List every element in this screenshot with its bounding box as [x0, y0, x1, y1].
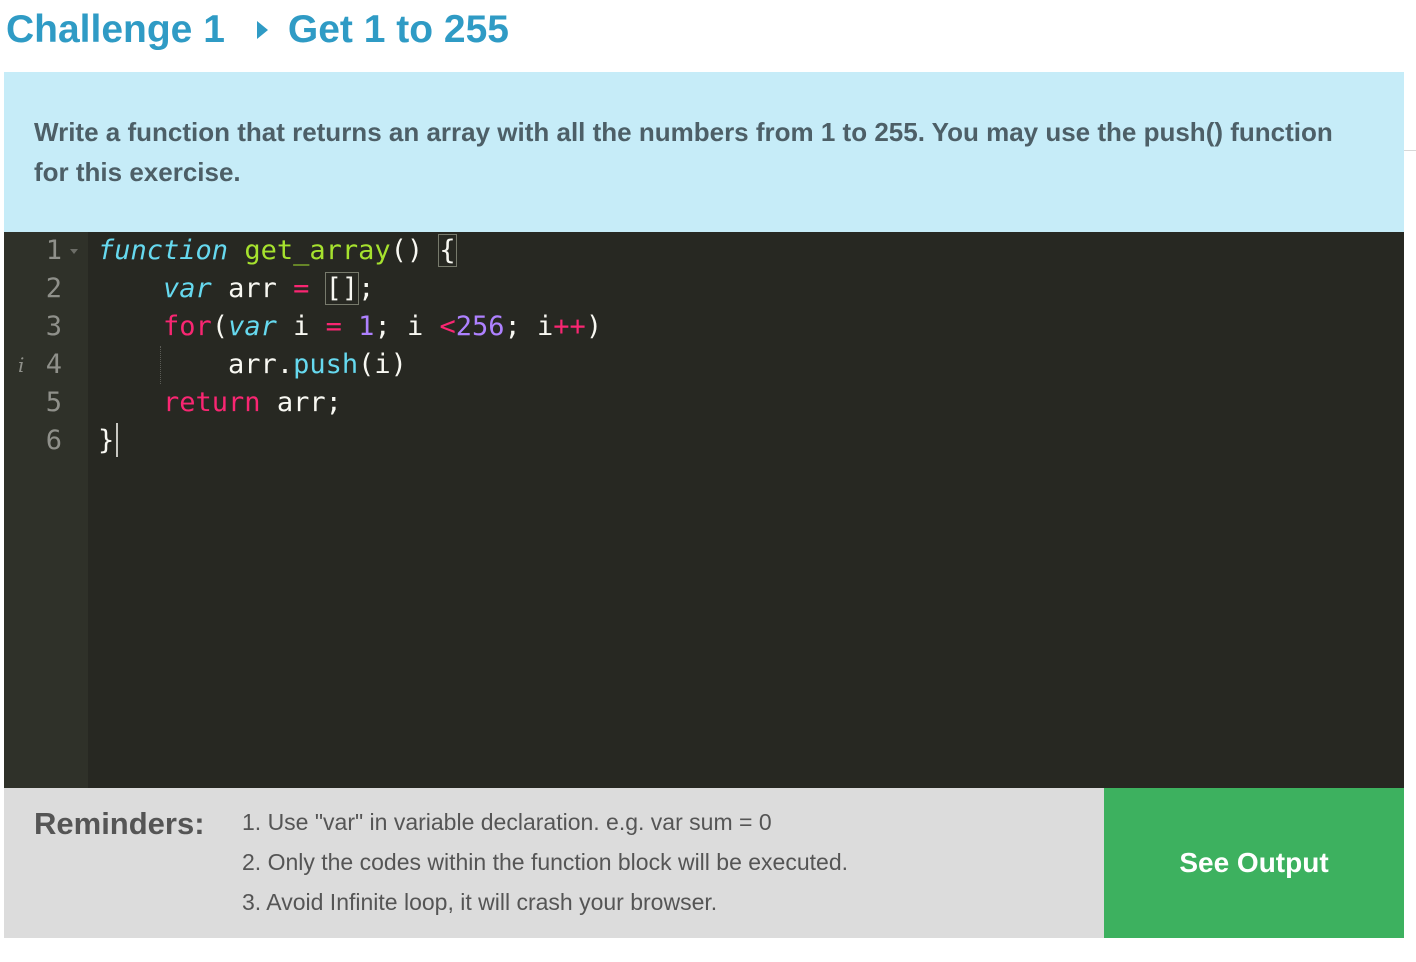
text-cursor	[116, 423, 118, 457]
reminders-list: 1. Use "var" in variable declaration. e.…	[242, 802, 848, 922]
code-token: arr	[211, 273, 294, 304]
number-token: 256	[455, 311, 505, 342]
keyword-token: function	[98, 235, 229, 266]
breadcrumb: Challenge 1 Get 1 to 255	[6, 0, 509, 60]
keyword-token: return	[163, 387, 261, 418]
exercise-title: Get 1 to 255	[287, 8, 509, 51]
code-line-2: var arr = [];	[98, 270, 374, 308]
keyword-token: var	[228, 311, 277, 342]
bracket-highlight: {	[438, 234, 457, 267]
see-output-button[interactable]: See Output	[1104, 788, 1404, 938]
code-token: ()	[390, 235, 440, 266]
line-number: 1	[45, 235, 62, 266]
code-line-1: function get_array() {	[98, 232, 457, 270]
keyword-token: var	[163, 273, 212, 304]
code-line-3: for(var i = 1; i <256; i++)	[98, 308, 602, 346]
line-number: 2	[45, 273, 62, 304]
caret-right-icon	[256, 21, 268, 39]
method-token: push	[293, 349, 359, 380]
code-line-5: return arr;	[98, 384, 342, 422]
prompt-edge	[1404, 72, 1416, 232]
operator-token: =	[325, 311, 342, 342]
code-line-6: }	[98, 422, 114, 460]
reminders-panel: Reminders: 1. Use "var" in variable decl…	[4, 788, 1104, 938]
line-number: 3	[45, 311, 62, 342]
code-token: (i)	[358, 349, 407, 380]
fold-arrow-icon[interactable]	[70, 249, 78, 254]
reminder-item: 2. Only the codes within the function bl…	[242, 849, 849, 875]
prompt-text: Write a function that returns an array w…	[34, 117, 1333, 187]
challenge-title: Challenge 1	[6, 8, 225, 51]
bracket-highlight: []	[324, 272, 360, 305]
code-token: (	[211, 311, 229, 342]
line-number: 5	[45, 387, 62, 418]
code-token: arr.	[228, 349, 294, 380]
code-token: arr;	[260, 387, 342, 418]
code-token: ; i	[504, 311, 554, 342]
code-token: ;	[358, 273, 375, 304]
code-token: )	[585, 311, 603, 342]
operator-token: ++	[553, 311, 586, 342]
code-editor[interactable]: 1 2 3 i 4 5 6 function get_array() { var…	[4, 232, 1404, 788]
code-line-4: arr.push(i)	[98, 346, 407, 384]
code-token: }	[98, 425, 115, 456]
line-number: 4	[45, 349, 62, 380]
reminders-title: Reminders:	[34, 806, 205, 841]
function-name-token: get_array	[244, 235, 391, 266]
line-number: 6	[45, 425, 62, 456]
exercise-prompt: Write a function that returns an array w…	[4, 72, 1404, 232]
keyword-token: for	[163, 311, 212, 342]
operator-token: =	[293, 273, 310, 304]
reminder-item: 3. Avoid Infinite loop, it will crash yo…	[242, 889, 718, 915]
code-token: ; i	[374, 311, 440, 342]
code-token: i	[276, 311, 326, 342]
divider	[1404, 150, 1416, 151]
operator-token: <	[439, 311, 456, 342]
reminder-item: 1. Use "var" in variable declaration. e.…	[242, 809, 772, 835]
editor-gutter: 1 2 3 i 4 5 6	[4, 232, 88, 788]
number-token: 1	[358, 311, 375, 342]
